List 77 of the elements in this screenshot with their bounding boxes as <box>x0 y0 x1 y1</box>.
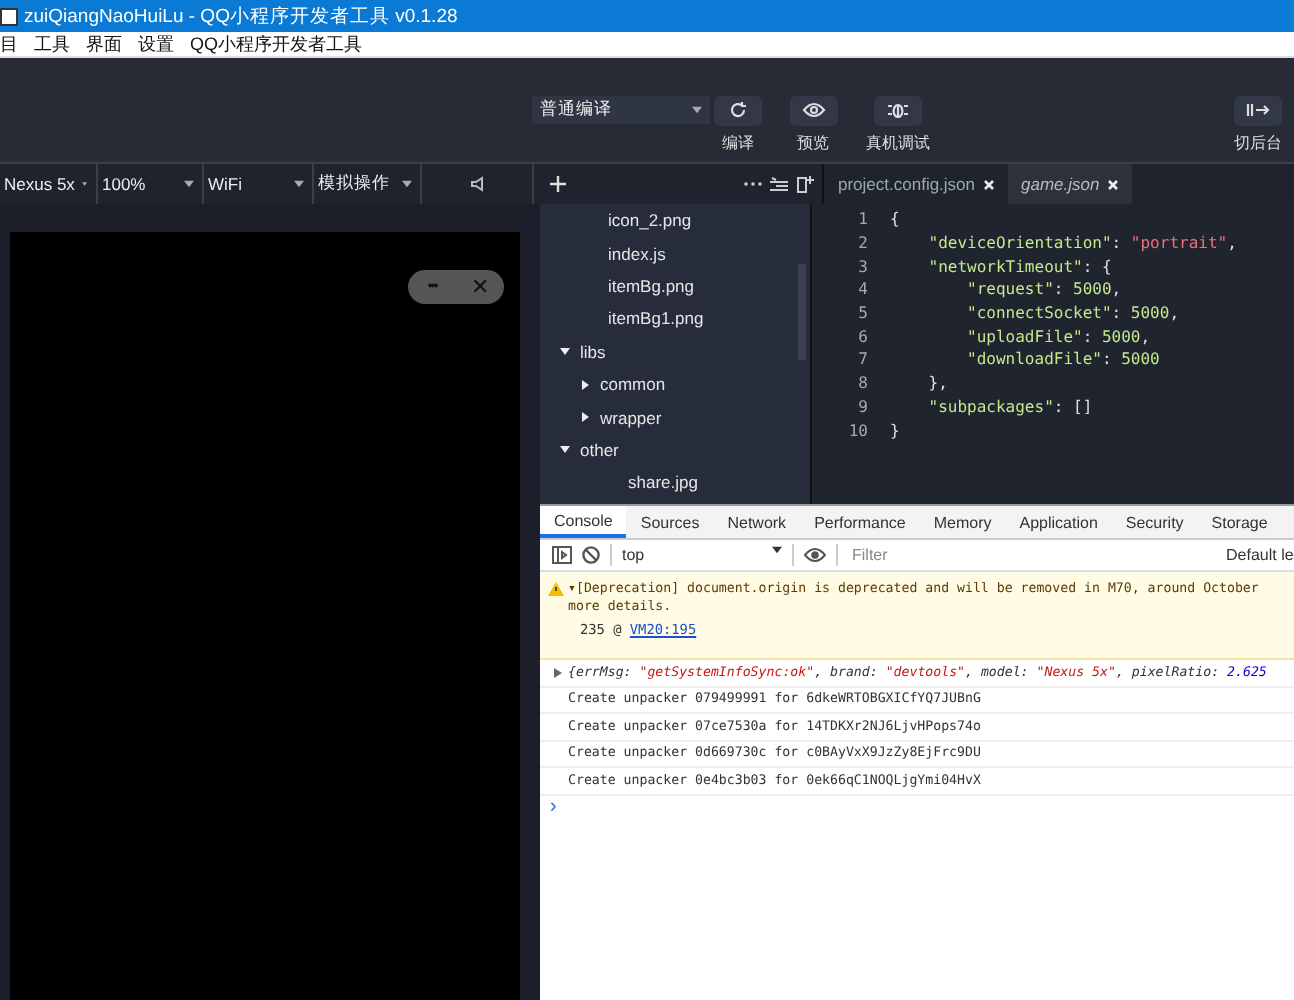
eye-icon[interactable] <box>804 548 826 562</box>
collapse-icon[interactable] <box>770 176 788 192</box>
line-number: 3 <box>856 257 870 276</box>
devtools-tab[interactable]: Application <box>1005 506 1112 538</box>
folder-name[interactable]: wrapper <box>600 407 662 428</box>
code-line: "uploadFile": 5000, <box>965 327 1151 346</box>
menu-item[interactable]: 目 <box>0 31 18 57</box>
toolbar-button-label[interactable]: 编译 <box>721 131 754 153</box>
line-number: 8 <box>856 374 870 393</box>
menu-item[interactable]: 界面 <box>86 31 122 57</box>
menu-item[interactable]: QQ小程序开发者工具 <box>190 31 363 57</box>
devtools-tab[interactable]: Network <box>713 506 801 538</box>
eye-icon[interactable] <box>789 95 838 125</box>
refresh-icon[interactable] <box>713 95 762 125</box>
code-line: }, <box>926 374 948 393</box>
add-icon[interactable] <box>550 176 566 192</box>
caret-down-icon[interactable] <box>560 346 570 357</box>
new-file-icon[interactable] <box>796 175 814 193</box>
code-line: { <box>890 210 900 229</box>
devtools-tab[interactable]: Performance <box>800 506 920 538</box>
levels-dropdown[interactable]: Default le <box>1226 546 1294 564</box>
file-name[interactable]: itemBg.png <box>560 275 694 296</box>
caret-icon <box>692 106 703 114</box>
devtools-tab[interactable]: Security <box>1111 506 1198 538</box>
line-number: 4 <box>856 280 870 299</box>
caret-icon <box>294 180 304 188</box>
code-line: "request": 5000, <box>965 280 1122 299</box>
menu-item[interactable]: 工具 <box>34 31 70 57</box>
code-line: "subpackages": [] <box>926 397 1093 416</box>
file-name[interactable]: share.jpg <box>580 472 698 493</box>
console-prompt[interactable]: › <box>540 795 1294 819</box>
folder-name[interactable]: other <box>580 439 619 460</box>
folder-name[interactable]: common <box>600 374 666 395</box>
menu-item[interactable]: 设置 <box>138 31 174 57</box>
close-icon[interactable] <box>1107 179 1118 189</box>
toolbar-button-label[interactable]: 真机调试 <box>865 131 930 153</box>
devtools-tab[interactable]: Console <box>540 506 627 538</box>
code-line: "deviceOrientation": "portrait", <box>926 234 1237 253</box>
toolbar-button-label[interactable]: 切后台 <box>1233 131 1282 153</box>
devtools-tab[interactable]: Storage <box>1197 506 1282 538</box>
clear-icon[interactable] <box>582 546 600 564</box>
editor-tab[interactable]: game.json <box>1007 164 1132 204</box>
code-line: "downloadFile": 5000 <box>965 350 1160 369</box>
code-line: "networkTimeout": { <box>926 257 1112 276</box>
caret-icon <box>402 180 412 188</box>
caret-down-icon[interactable] <box>560 444 570 455</box>
close-icon[interactable] <box>983 179 994 189</box>
line-number: 2 <box>856 234 870 253</box>
caret-right-icon[interactable] <box>580 412 590 423</box>
file-name[interactable]: icon_2.png <box>560 210 692 231</box>
compile-mode-dropdown[interactable]: 普通编译 <box>532 96 711 124</box>
line-number: 5 <box>856 304 870 323</box>
warning-icon <box>548 582 564 596</box>
line-number: 10 <box>846 421 870 440</box>
speaker-icon[interactable] <box>470 176 484 192</box>
code-line: "connectSocket": 5000, <box>965 304 1180 323</box>
line-number: 6 <box>856 327 870 346</box>
code-line: } <box>890 421 900 440</box>
line-number: 1 <box>856 210 870 229</box>
file-name[interactable]: index.js <box>560 243 666 264</box>
editor-tab[interactable]: project.config.json <box>824 164 1008 204</box>
folder-name[interactable]: libs <box>580 341 606 362</box>
caret-icon <box>82 180 88 188</box>
devtools-tab[interactable]: Memory <box>919 506 1006 538</box>
app-icon <box>0 7 18 25</box>
file-name[interactable]: itemBg1.png <box>560 308 704 329</box>
caret-right-icon[interactable] <box>580 379 590 390</box>
toolbar-button-label[interactable]: 预览 <box>797 131 830 153</box>
window-title: zuiQiangNaoHuiLu - QQ小程序开发者工具 v0.1.28 <box>24 3 458 29</box>
sidebar-toggle-icon[interactable] <box>552 546 572 564</box>
caret-icon <box>772 546 782 554</box>
caret-right-icon[interactable] <box>554 667 562 678</box>
context-select[interactable]: top <box>622 546 782 564</box>
line-number: 7 <box>856 350 870 369</box>
devtools-tab[interactable]: Sources <box>626 506 714 538</box>
line-number: 9 <box>856 397 870 416</box>
caret-icon <box>184 180 194 188</box>
